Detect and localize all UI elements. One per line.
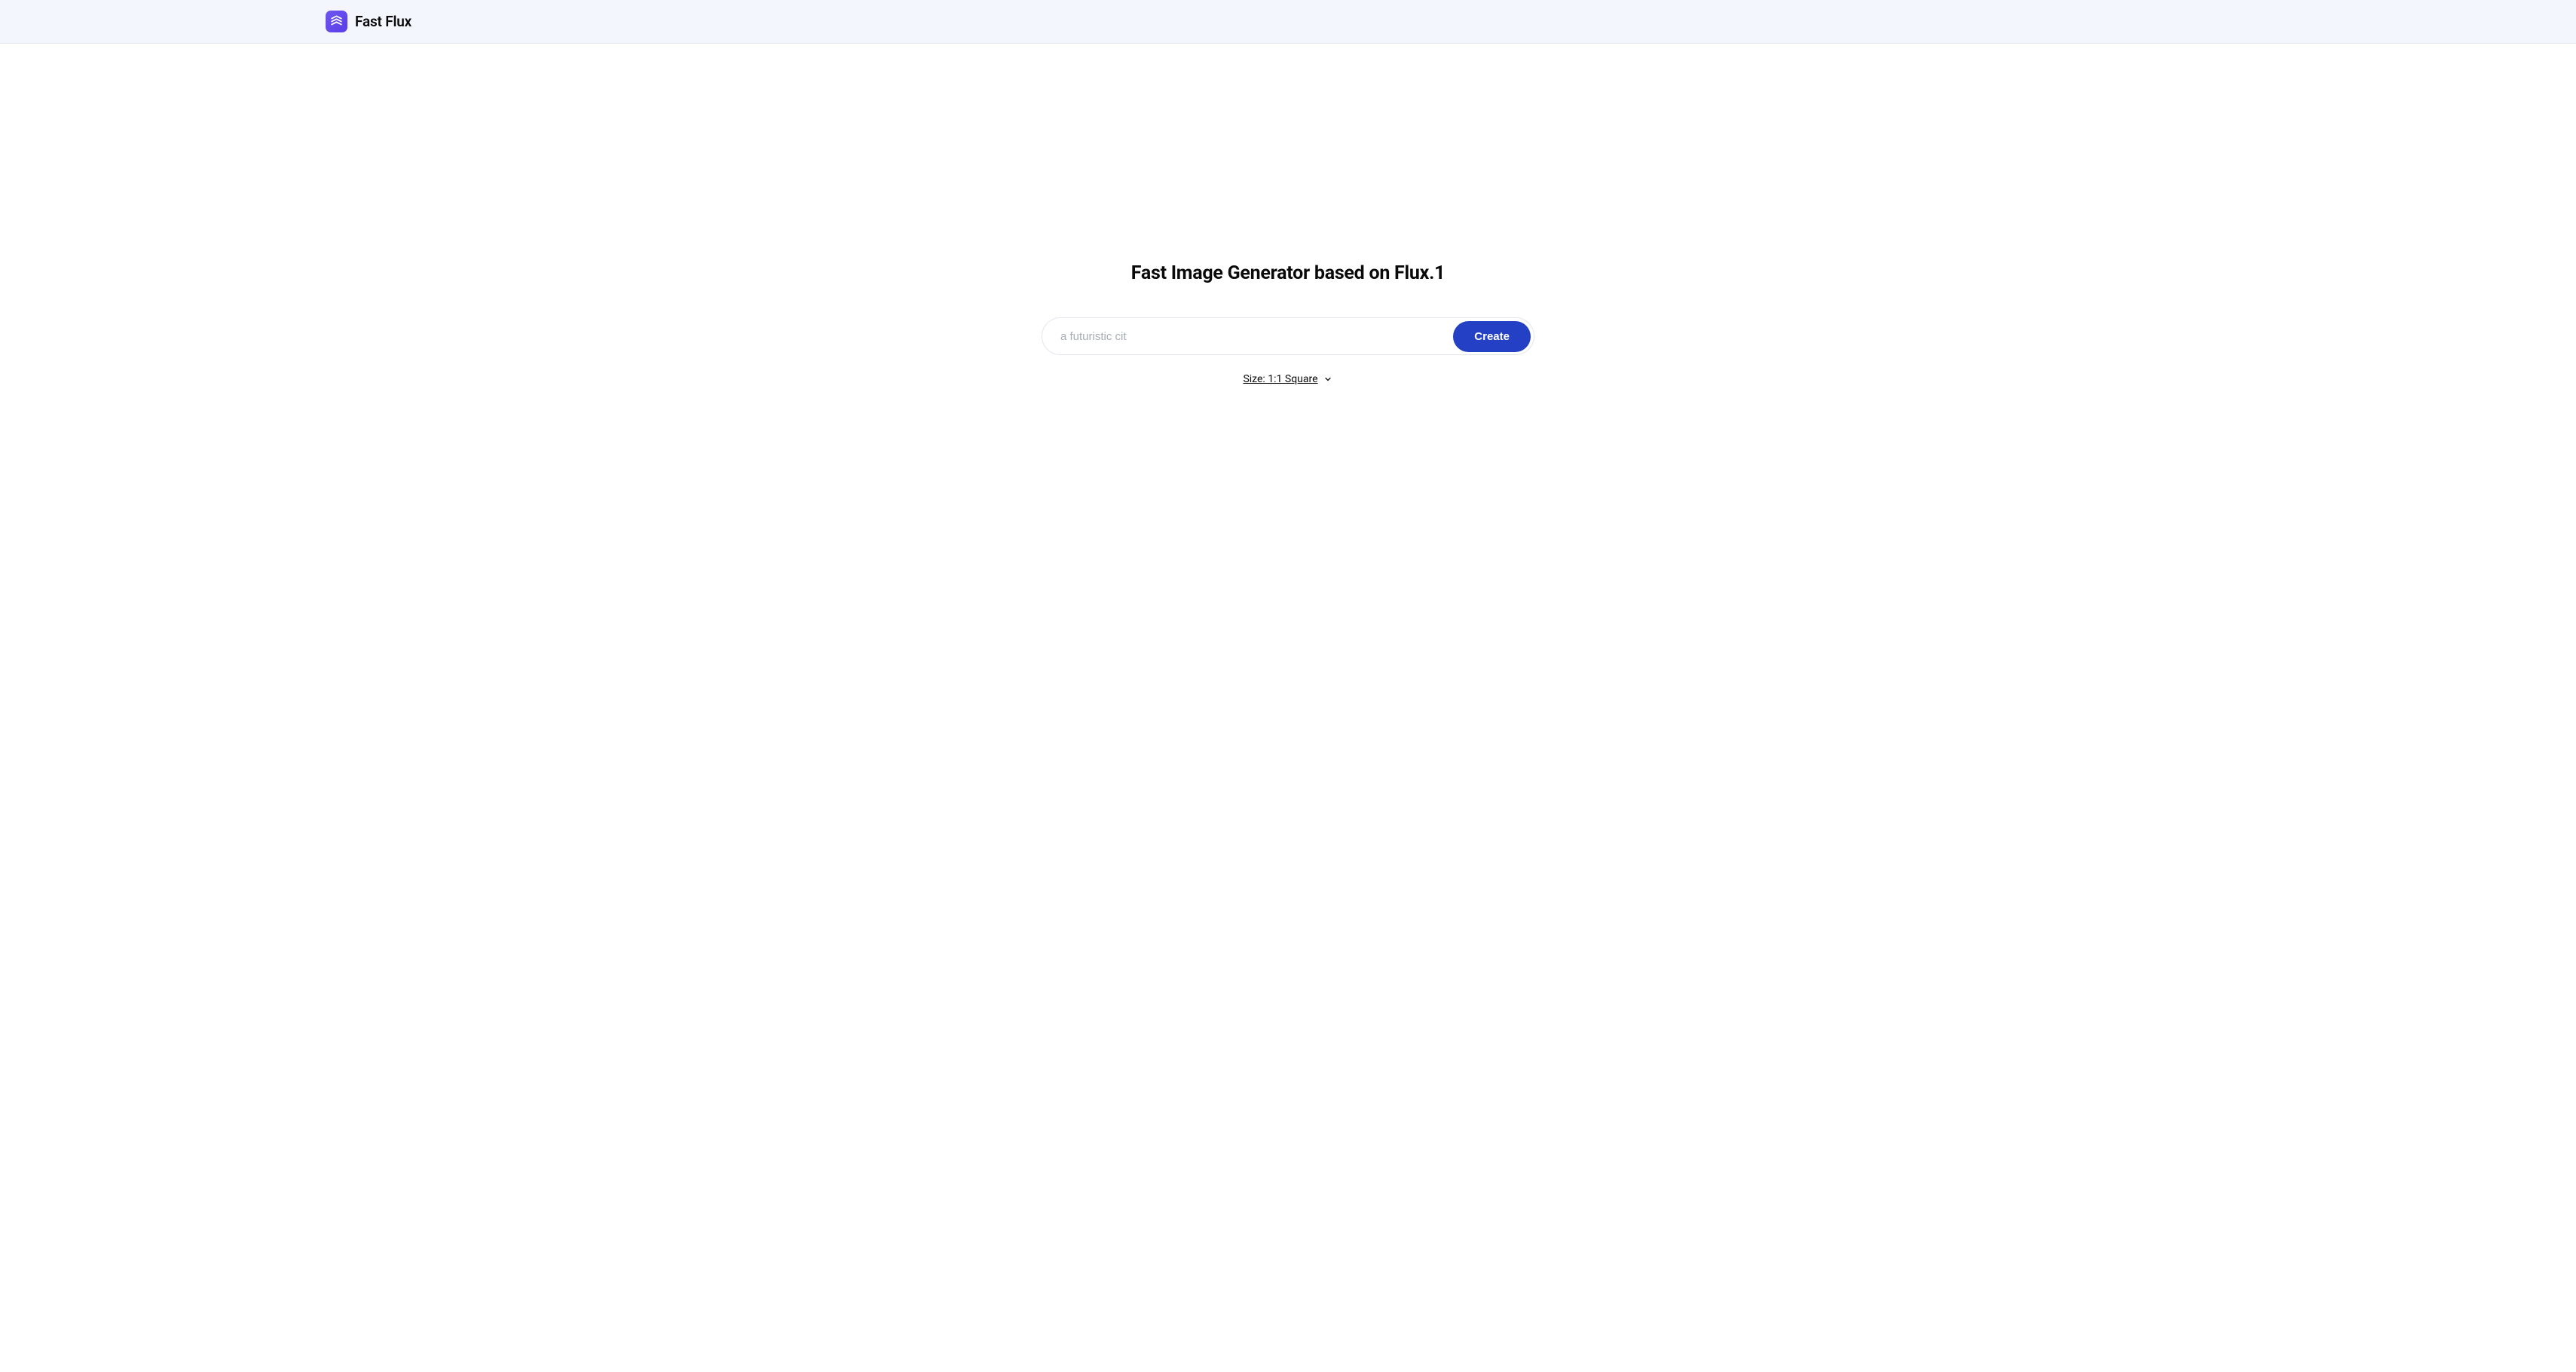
logo-icon: [326, 11, 347, 32]
create-button[interactable]: Create: [1453, 321, 1531, 352]
size-selector-label: Size: 1:1 Square: [1243, 373, 1317, 385]
main-content: Fast Image Generator based on Flux.1 Cre…: [0, 44, 2576, 385]
chevron-down-icon: [1323, 374, 1333, 384]
size-selector[interactable]: Size: 1:1 Square: [1243, 373, 1332, 385]
app-header: Fast Flux: [0, 0, 2576, 44]
app-name: Fast Flux: [355, 13, 411, 30]
prompt-input-container: Create: [1042, 317, 1534, 355]
page-title: Fast Image Generator based on Flux.1: [1131, 262, 1445, 284]
logo-wrapper[interactable]: Fast Flux: [326, 11, 411, 32]
prompt-input[interactable]: [1060, 330, 1453, 343]
